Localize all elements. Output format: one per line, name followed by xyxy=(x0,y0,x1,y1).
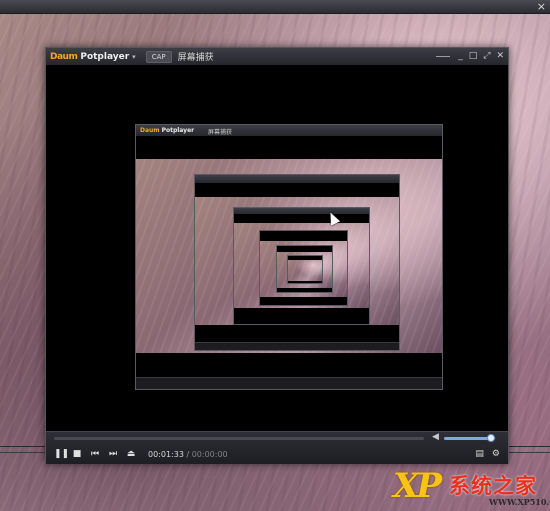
captured-control-bar xyxy=(195,342,399,350)
time-current: 00:01:33 xyxy=(148,449,184,459)
window-title: 屏幕捕获 xyxy=(177,53,214,63)
control-bar: ◀ ❚❚ ■ ⏮ ⏭ ⏏ 00:01:33 / 00:00:00 ▤ ⚙ xyxy=(46,431,508,464)
daum-logo: Daum xyxy=(50,51,78,62)
playlist-button[interactable]: ▤ xyxy=(475,447,484,461)
desktop-topbar: × xyxy=(0,0,550,14)
video-area[interactable]: Daum Potplayer 屏幕捕获 xyxy=(46,65,508,431)
captured-title-bar xyxy=(234,208,369,214)
captured-frame-3 xyxy=(233,207,370,325)
captured-frame-1: Daum Potplayer 屏幕捕获 xyxy=(135,124,443,390)
watermark-text: 系统之家 xyxy=(449,474,537,498)
time-separator: / xyxy=(183,449,192,459)
captured-frame-4 xyxy=(259,230,348,306)
title-separator xyxy=(436,56,451,57)
settings-button[interactable]: ⚙ xyxy=(492,447,500,461)
desktop-close-icon[interactable]: × xyxy=(537,0,546,13)
captured-image xyxy=(288,260,322,281)
pause-button[interactable]: ❚❚ xyxy=(54,447,69,461)
captured-frame-5 xyxy=(276,245,333,293)
volume-fill xyxy=(444,437,491,440)
time-total: 00:00:00 xyxy=(191,449,228,459)
potplayer-window: Daum Potplayer ▾ CAP 屏幕捕获 _ □ ⤢ ✕ Daum Po… xyxy=(45,47,509,464)
previous-button[interactable]: ⏮ xyxy=(90,447,100,461)
captured-frame-2 xyxy=(194,174,400,351)
eject-button[interactable]: ⏏ xyxy=(126,447,136,461)
captured-control-bar xyxy=(136,377,442,389)
chevron-down-icon: ▾ xyxy=(132,52,136,61)
site-watermark: XP 系统之家 WWW.XP510.COM xyxy=(393,466,550,511)
captured-title-bar xyxy=(195,175,399,183)
window-controls: _ □ ⤢ ✕ xyxy=(436,48,504,65)
watermark-logo: XP xyxy=(393,466,442,506)
seek-bar[interactable] xyxy=(54,437,424,440)
captured-logo: Daum Potplayer xyxy=(140,127,195,134)
right-controls: ▤ ⚙ xyxy=(475,447,500,461)
stop-button[interactable]: ■ xyxy=(72,447,82,461)
maximize-icon[interactable]: □ xyxy=(469,48,478,65)
title-bar[interactable]: Daum Potplayer ▾ CAP 屏幕捕获 _ □ ⤢ ✕ xyxy=(46,48,508,65)
captured-title: 屏幕捕获 xyxy=(208,129,233,136)
captured-frame-6 xyxy=(287,255,323,284)
playback-buttons: ❚❚ ■ ⏮ ⏭ ⏏ 00:01:33 / 00:00:00 xyxy=(54,447,228,461)
watermark-url: WWW.XP510.COM xyxy=(489,497,550,507)
minimize-icon[interactable]: _ xyxy=(458,48,463,65)
volume-slider[interactable] xyxy=(444,434,496,442)
next-button[interactable]: ⏭ xyxy=(108,447,118,461)
cap-tab[interactable]: CAP xyxy=(145,50,172,63)
fullscreen-icon[interactable]: ⤢ xyxy=(483,48,490,65)
time-display: 00:01:33 / 00:00:00 xyxy=(148,450,228,459)
volume-icon[interactable]: ◀ xyxy=(432,432,439,442)
close-icon[interactable]: ✕ xyxy=(496,48,504,65)
app-menu-button[interactable]: Daum Potplayer ▾ xyxy=(50,48,136,65)
volume-knob[interactable] xyxy=(486,434,495,442)
app-name: Potplayer xyxy=(80,51,130,62)
